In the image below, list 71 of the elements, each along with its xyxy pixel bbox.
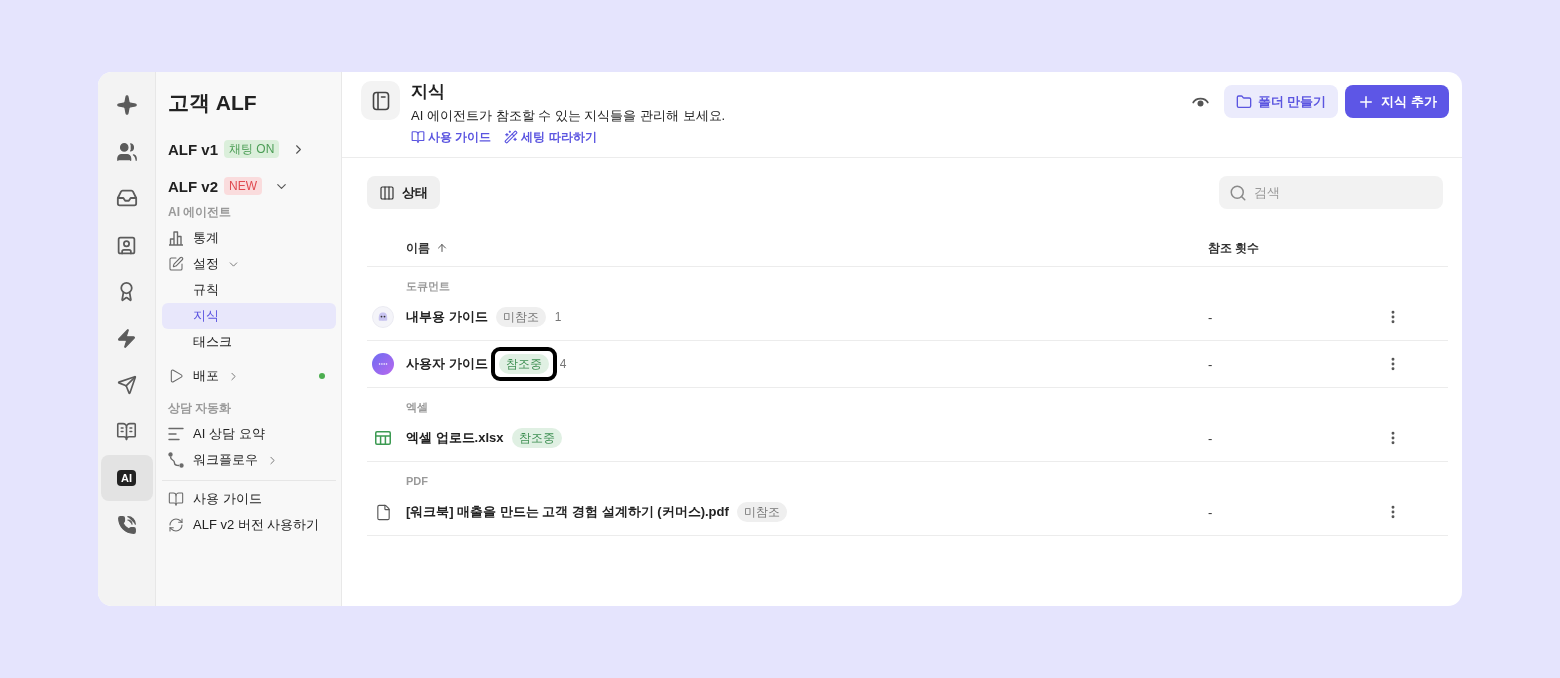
search-icon xyxy=(1229,183,1247,202)
play-icon xyxy=(168,368,184,384)
file-name[interactable]: 내부용 가이드 xyxy=(406,308,488,326)
lightning-icon xyxy=(116,327,137,349)
nav-subitem[interactable]: 태스크 xyxy=(162,329,336,355)
nav-item[interactable]: 통계 xyxy=(162,225,225,251)
open-book-icon xyxy=(116,420,137,442)
version-badge: 채팅 ON xyxy=(224,140,280,158)
contact-card-icon xyxy=(116,234,137,256)
people-icon xyxy=(115,140,138,163)
rail-nav-button[interactable]: AI xyxy=(100,454,153,502)
reference-count: - xyxy=(1208,504,1213,520)
status-filter-button[interactable]: 상태 xyxy=(367,176,440,209)
notebook-icon xyxy=(361,81,400,120)
group-label: 엑셀 xyxy=(406,400,428,414)
section-heading: AI 에이전트 xyxy=(168,204,232,220)
folder-icon xyxy=(1235,93,1252,110)
text-link[interactable]: 사용 가이드 xyxy=(411,128,492,146)
count-text: 4 xyxy=(559,357,567,371)
group-label: PDF xyxy=(406,474,428,488)
version-name[interactable]: ALF v1 xyxy=(168,140,218,158)
phone-icon xyxy=(116,514,137,535)
file-name[interactable]: 사용자 가이드 xyxy=(406,355,488,373)
workflow-icon xyxy=(168,452,184,468)
nav-item[interactable]: 설정 xyxy=(162,251,225,277)
page-description: AI 에이전트가 참조할 수 있는 지식들을 관리해 보세요. xyxy=(411,107,726,125)
paper-plane-icon xyxy=(116,374,137,395)
nav-item[interactable]: AI 상담 요약 xyxy=(162,421,271,447)
book-icon xyxy=(168,491,184,507)
file-name[interactable]: 엑셀 업로드.xlsx xyxy=(406,429,504,447)
reference-count: - xyxy=(1208,356,1213,372)
magic-wand-icon xyxy=(504,130,519,144)
book-icon xyxy=(411,130,425,144)
page-title: 지식 xyxy=(411,81,445,103)
reference-count: - xyxy=(1208,430,1213,446)
spreadsheet-icon xyxy=(375,431,391,445)
eye-icon[interactable] xyxy=(1191,95,1209,108)
count-text: 1 xyxy=(554,310,562,324)
file-name[interactable]: [워크북] 매출을 만드는 고객 경험 설계하기 (커머스).pdf xyxy=(406,503,729,521)
bar-chart-icon xyxy=(168,230,184,246)
status-badge: 미참조 xyxy=(736,502,787,522)
lines-icon xyxy=(168,427,184,441)
file-icon xyxy=(374,503,392,521)
version-name[interactable]: ALF v2 xyxy=(168,177,218,195)
nav-link[interactable]: 사용 가이드 xyxy=(162,486,268,512)
search-field[interactable]: 검색 xyxy=(1219,176,1443,209)
bot-avatar-icon xyxy=(372,306,394,328)
nav-subitem[interactable]: 지식 xyxy=(162,303,336,329)
pen-square-icon xyxy=(168,256,184,272)
folder-button[interactable]: 폴더 만들기 xyxy=(1223,85,1339,118)
version-badge: NEW xyxy=(224,177,262,195)
nav-item[interactable]: 배포 xyxy=(162,363,225,389)
nav-link[interactable]: ALF v2 버전 사용하기 xyxy=(162,512,326,538)
chat-avatar-icon xyxy=(372,353,394,375)
status-badge: 미참조 xyxy=(495,307,546,327)
text-link[interactable]: 세팅 따라하기 xyxy=(504,128,597,146)
workspace-title: 고객 ALF xyxy=(168,90,257,116)
columns-icon xyxy=(379,184,395,201)
column-header[interactable]: 이름 xyxy=(406,239,448,257)
ai-label: AI xyxy=(117,470,136,487)
status-badge: 참조중 xyxy=(498,354,549,374)
section-heading: 상담 자동화 xyxy=(168,400,232,416)
refresh-icon xyxy=(168,517,184,533)
add-button[interactable]: 지식 추가 xyxy=(1345,85,1449,118)
nav-subitem[interactable]: 규칙 xyxy=(162,277,336,303)
nav-item[interactable]: 워크플로우 xyxy=(162,447,264,473)
column-header[interactable]: 참조 횟수 xyxy=(1208,239,1260,257)
reference-count: - xyxy=(1208,309,1213,325)
group-label: 도큐먼트 xyxy=(406,279,450,293)
sparkle-icon xyxy=(115,94,138,117)
status-badge: 참조중 xyxy=(511,428,562,448)
